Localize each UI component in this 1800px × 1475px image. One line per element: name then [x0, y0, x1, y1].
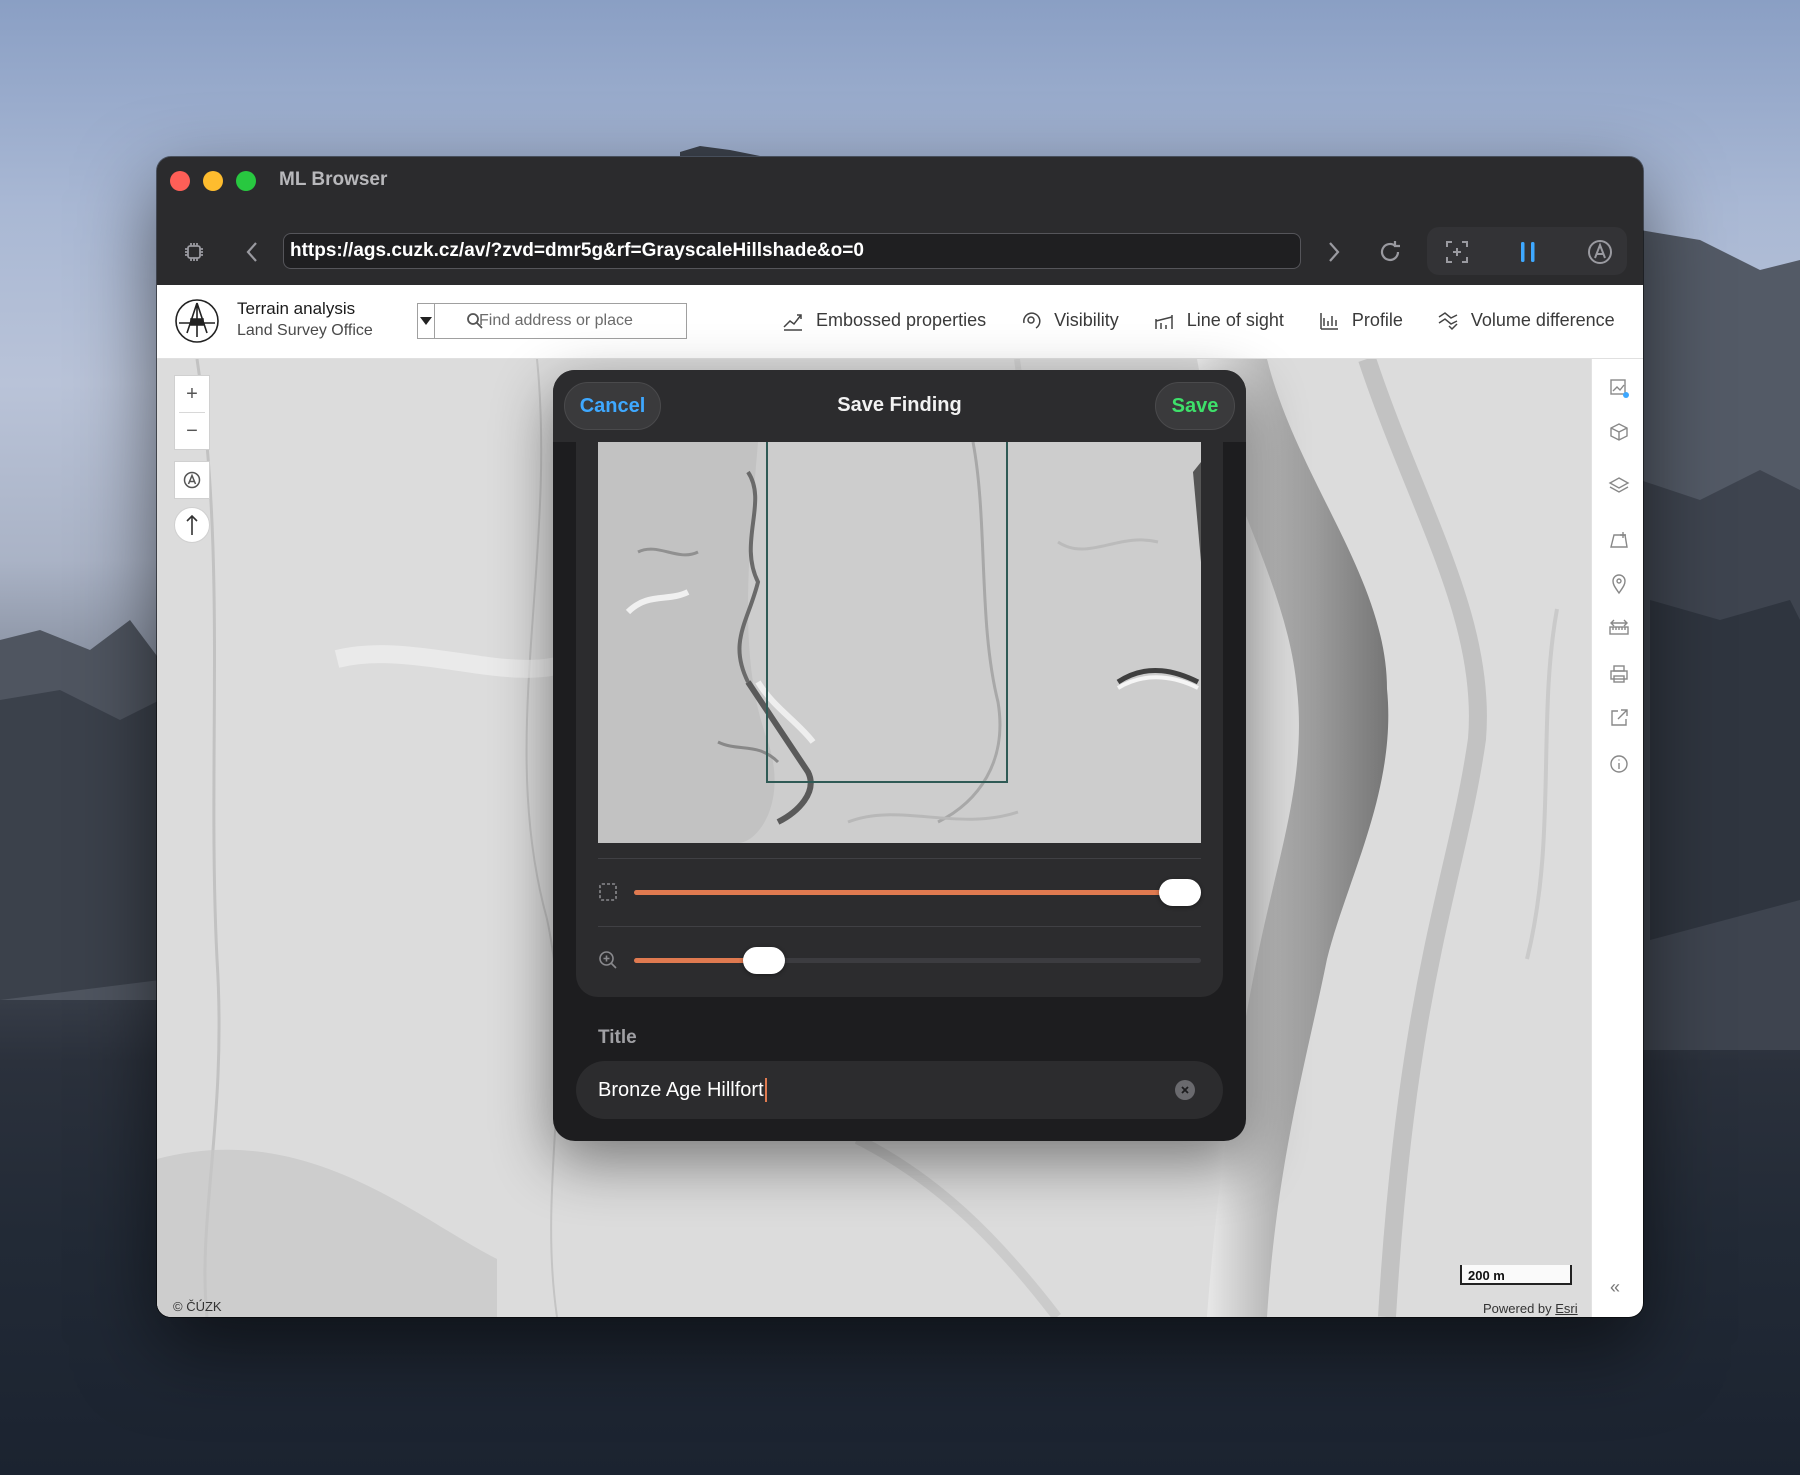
- brand-subtitle: Land Survey Office: [237, 322, 373, 339]
- zoom-controls: + −: [174, 375, 210, 450]
- zoom-in-icon: [599, 951, 617, 969]
- line-of-sight-icon: [1155, 315, 1173, 329]
- location-pin-icon[interactable]: [1608, 573, 1630, 595]
- navigation-toggle: [174, 461, 210, 499]
- minimize-window-button[interactable]: [203, 171, 223, 191]
- search-source-dropdown[interactable]: [418, 304, 435, 338]
- title-input[interactable]: Bronze Age Hillfort: [576, 1061, 1223, 1119]
- legend-icon[interactable]: [1608, 377, 1630, 399]
- crop-frame[interactable]: [766, 442, 1008, 783]
- nav-visibility[interactable]: Visibility: [1020, 309, 1119, 331]
- clear-text-button[interactable]: [1175, 1080, 1195, 1100]
- nav-label: Volume difference: [1470, 309, 1615, 330]
- nav-profile[interactable]: Profile: [1318, 309, 1403, 331]
- navigation-mode-button[interactable]: [175, 462, 209, 498]
- url-input[interactable]: https://ags.cuzk.cz/av/?zvd=dmr5g&rf=Gra…: [283, 233, 1301, 269]
- chip-icon[interactable]: [179, 237, 209, 267]
- dialog-header: Cancel Save Finding Save: [553, 370, 1246, 442]
- collapse-panel-button[interactable]: «: [1610, 1277, 1620, 1298]
- nav-volume-difference[interactable]: Volume difference: [1437, 309, 1615, 331]
- nav-embossed-properties[interactable]: Embossed properties: [782, 309, 986, 331]
- layers-icon[interactable]: [1608, 475, 1630, 497]
- slider-track: [634, 879, 1201, 906]
- search-box: [417, 303, 687, 339]
- right-toolbar: «: [1591, 359, 1643, 1317]
- nav-label: Line of sight: [1186, 309, 1284, 330]
- scale-bar: 200 m: [1460, 1265, 1572, 1285]
- save-finding-dialog: Cancel Save Finding Save Title Bronze Ag…: [553, 370, 1246, 1141]
- nav-label: Embossed properties: [816, 309, 987, 330]
- slider-fill: [634, 890, 1184, 895]
- divider: [598, 858, 1201, 859]
- attribution-left: © ČÚZK: [173, 1299, 222, 1314]
- zoom-out-button[interactable]: −: [175, 413, 209, 449]
- zoom-slider[interactable]: [598, 940, 1201, 980]
- land-survey-logo: [175, 299, 219, 343]
- brand-title: Terrain analysis: [237, 299, 356, 318]
- attribution-prefix: Powered by: [1483, 1301, 1556, 1316]
- title-label: Title: [598, 1027, 637, 1048]
- app-title: ML Browser: [279, 169, 388, 190]
- slider-track: [634, 947, 1201, 974]
- print-icon[interactable]: [1608, 663, 1630, 685]
- save-button[interactable]: Save: [1155, 382, 1235, 430]
- close-icon: [1181, 1086, 1189, 1094]
- title-input-value: Bronze Age Hillfort: [598, 1078, 764, 1101]
- share-icon[interactable]: [1608, 707, 1630, 729]
- crop-size-slider[interactable]: [598, 872, 1201, 912]
- north-arrow-icon: [186, 514, 198, 535]
- visibility-icon: [1023, 312, 1041, 329]
- slider-thumb[interactable]: [1159, 879, 1201, 906]
- nav-label: Visibility: [1054, 309, 1119, 330]
- tool-nav: Embossed properties Visibility Line of s…: [782, 309, 1615, 331]
- assistant-icon[interactable]: [1585, 237, 1615, 267]
- cube-3d-icon[interactable]: [1608, 421, 1630, 443]
- zoom-window-button[interactable]: [236, 171, 256, 191]
- measure-icon[interactable]: [1608, 617, 1630, 639]
- profile-icon: [1320, 313, 1338, 330]
- finding-preview-image: [598, 442, 1201, 843]
- nav-line-of-sight[interactable]: Line of sight: [1153, 309, 1284, 331]
- app-header: Terrain analysis Land Survey Office Embo…: [157, 285, 1643, 359]
- dialog-title: Save Finding: [837, 394, 962, 416]
- reload-button[interactable]: [1375, 237, 1405, 267]
- slider-thumb[interactable]: [743, 947, 786, 974]
- window-controls: [170, 171, 256, 191]
- attribution-right: Powered by Esri: [1483, 1301, 1578, 1316]
- info-icon[interactable]: [1608, 753, 1630, 775]
- screenshot-icon[interactable]: [1442, 237, 1472, 267]
- back-button[interactable]: [237, 237, 267, 267]
- add-marker-icon[interactable]: [1608, 529, 1630, 551]
- esri-link[interactable]: Esri: [1555, 1301, 1577, 1316]
- preview-card: [576, 442, 1223, 997]
- close-window-button[interactable]: [170, 171, 190, 191]
- volume-difference-icon: [1438, 312, 1458, 331]
- pause-icon[interactable]: [1513, 237, 1543, 267]
- search-icon: [467, 313, 483, 329]
- compass-button[interactable]: [174, 507, 210, 543]
- emboss-icon: [783, 314, 802, 331]
- forward-button[interactable]: [1319, 237, 1349, 267]
- zoom-in-button[interactable]: +: [175, 376, 209, 412]
- nav-label: Profile: [1351, 309, 1403, 330]
- divider: [598, 926, 1201, 927]
- titlebar: ML Browser https://ags.cuzk.cz/av/?zvd=d…: [157, 157, 1643, 285]
- text-caret: [764, 1078, 767, 1102]
- navigation-icon: [183, 471, 201, 489]
- selection-frame-icon: [599, 883, 617, 901]
